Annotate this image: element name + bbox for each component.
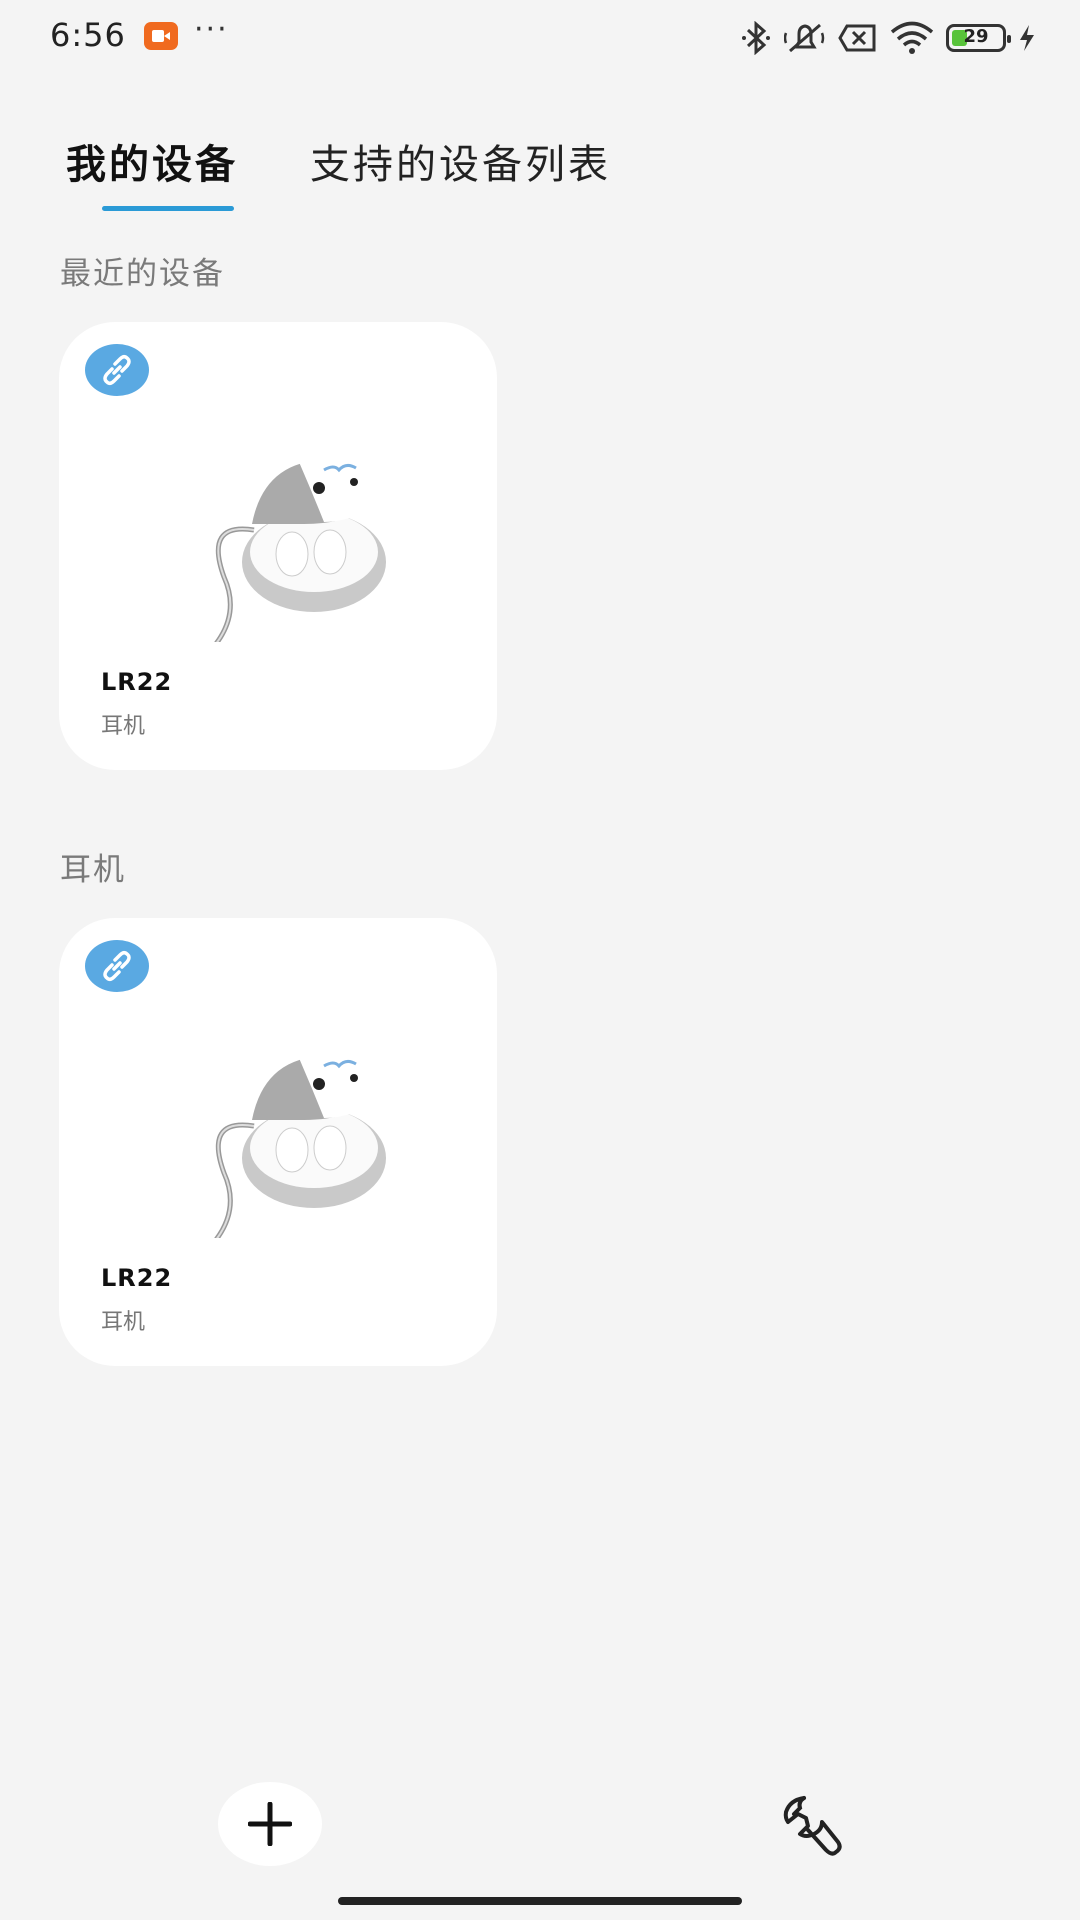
home-indicator[interactable] [338,1897,742,1905]
recording-icon [144,22,178,50]
status-bar: 6:56 ··· 29 [0,0,1080,80]
tab-supported-devices[interactable]: 支持的设备列表 [310,132,611,190]
plus-icon [248,1802,292,1846]
earbuds-image [214,1054,386,1238]
mute-icon [784,23,825,53]
wifi-icon [890,21,934,54]
wrench-icon[interactable] [776,1792,846,1862]
device-name: LR22 [101,668,173,696]
add-device-button[interactable] [218,1782,322,1866]
status-time: 6:56 [50,16,126,54]
link-icon [85,940,149,992]
section-title-recent: 最近的设备 [60,256,225,292]
status-icons: 29 [740,18,1036,58]
charging-icon [1020,25,1034,51]
battery-level: 29 [963,26,989,47]
device-type: 耳机 [101,714,146,739]
section-title-earphones: 耳机 [60,852,126,888]
tab-indicator [102,206,234,211]
device-type: 耳机 [101,1310,146,1335]
battery-icon: 29 [946,24,1011,52]
no-sim-icon [838,24,876,52]
device-card[interactable]: LR22 耳机 [59,918,497,1366]
earbuds-image [214,458,386,642]
bluetooth-icon [742,21,770,55]
tab-my-devices[interactable]: 我的设备 [66,132,238,190]
tab-bar: 我的设备 支持的设备列表 [66,132,611,190]
device-card[interactable]: LR22 耳机 [59,322,497,770]
more-notifications-icon: ··· [194,12,229,47]
device-name: LR22 [101,1264,173,1292]
link-icon [85,344,149,396]
